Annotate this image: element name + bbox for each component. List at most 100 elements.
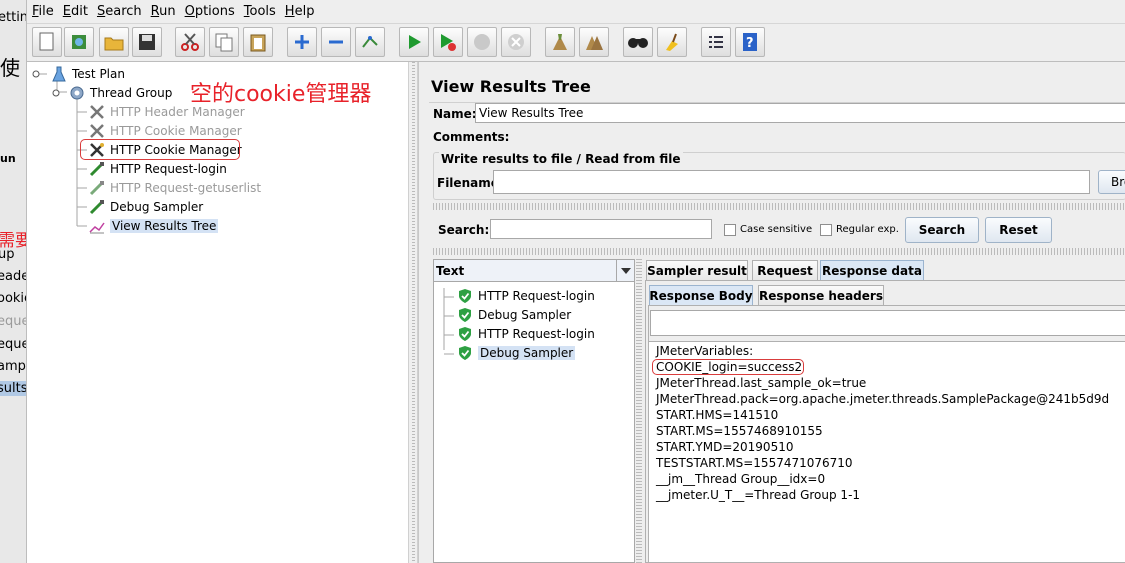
menu-edit[interactable]: Edit <box>63 4 88 19</box>
result-item[interactable]: HTTP Request-login <box>456 287 595 305</box>
tab-response-body[interactable]: Response Body <box>649 285 753 305</box>
help-icon[interactable]: ? <box>735 27 765 57</box>
search-button[interactable]: Search <box>905 217 979 243</box>
start-icon[interactable] <box>399 27 429 57</box>
result-item[interactable]: Debug Sampler <box>456 344 576 362</box>
menu-tools[interactable]: Tools <box>244 4 276 19</box>
menu-options[interactable]: Options <box>185 4 235 19</box>
tree-node-request-getuserlist[interactable]: HTTP Request-getuserlist <box>88 179 261 197</box>
collapse-icon[interactable] <box>321 27 351 57</box>
save-icon[interactable] <box>132 27 162 57</box>
wrench-icon <box>88 123 106 139</box>
result-item[interactable]: HTTP Request-login <box>456 325 595 343</box>
tree-node-label: HTTP Cookie Manager <box>110 124 242 138</box>
response-line: __jm__Thread Group__idx=0 <box>656 472 826 486</box>
search-input[interactable] <box>490 219 712 239</box>
search-icon[interactable] <box>623 27 653 57</box>
tab-response-data[interactable]: Response data <box>820 260 924 280</box>
gear-icon <box>68 85 86 101</box>
tree-node-label: HTTP Request-login <box>110 162 227 176</box>
tab-response-headers[interactable]: Response headers <box>758 285 884 305</box>
result-item-label: HTTP Request-login <box>478 327 595 341</box>
reset-button[interactable]: Reset <box>985 217 1052 243</box>
cut-icon[interactable] <box>175 27 205 57</box>
result-item[interactable]: Debug Sampler <box>456 306 571 324</box>
success-shield-icon <box>456 345 474 361</box>
comments-label: Comments: <box>433 130 510 144</box>
tree-node-request-login[interactable]: HTTP Request-login <box>88 160 227 178</box>
divider[interactable] <box>433 248 1125 255</box>
start-no-pause-icon[interactable] <box>433 27 463 57</box>
svg-text:?: ? <box>746 36 754 51</box>
name-label: Name: <box>433 107 477 121</box>
chevron-down-icon[interactable] <box>616 260 634 281</box>
search-label: Search: <box>438 223 490 237</box>
expand-icon[interactable] <box>287 27 317 57</box>
success-shield-icon <box>456 307 474 323</box>
tree-node-debug-sampler[interactable]: Debug Sampler <box>88 198 203 216</box>
result-item-label: Debug Sampler <box>478 346 576 360</box>
paste-icon[interactable] <box>243 27 273 57</box>
tree-node-test-plan[interactable]: Test Plan <box>50 65 125 83</box>
templates-icon[interactable] <box>64 27 94 57</box>
tree-node-view-results-tree[interactable]: View Results Tree <box>88 217 219 235</box>
annotation-text: 空的cookie管理器 <box>190 82 372 107</box>
response-line: JMeterThread.last_sample_ok=true <box>656 376 867 390</box>
open-icon[interactable] <box>99 27 129 57</box>
regular-exp-checkbox[interactable] <box>820 224 832 236</box>
menu-file[interactable]: File <box>32 4 54 19</box>
strip-text: amp <box>0 359 26 374</box>
stop-icon[interactable] <box>467 27 497 57</box>
reset-search-icon[interactable] <box>657 27 687 57</box>
clear-all-icon[interactable] <box>579 27 609 57</box>
highlight-box <box>80 139 240 160</box>
case-sensitive-checkbox[interactable] <box>724 224 736 236</box>
flask-icon <box>50 66 68 82</box>
tree-node-label: Thread Group <box>90 86 173 100</box>
strip-text: un <box>0 152 16 165</box>
browse-button[interactable]: Bro <box>1098 170 1125 194</box>
tree-node-thread-group[interactable]: Thread Group <box>68 84 172 102</box>
menu-help[interactable]: Help <box>285 4 315 19</box>
tab-request[interactable]: Request <box>752 260 818 280</box>
response-text-area[interactable]: JMeterVariables: COOKIE_login=success2 J… <box>648 341 1125 563</box>
tree-node-label: HTTP Request-getuserlist <box>110 181 262 195</box>
strip-text: sults <box>0 381 26 396</box>
function-helper-icon[interactable] <box>701 27 731 57</box>
results-list: Text HTTP Request-login Debug Sampler HT… <box>433 259 635 563</box>
pipette-icon <box>88 161 106 177</box>
filename-input[interactable] <box>493 170 1090 194</box>
panel-title: View Results Tree <box>431 77 591 96</box>
renderer-select[interactable]: Text <box>434 260 634 282</box>
tree-node-label: Test Plan <box>72 67 125 81</box>
renderer-value: Text <box>436 264 465 278</box>
menu-bar: File Edit Search Run Options Tools Help <box>27 0 1125 24</box>
response-line: __jmeter.U_T__=Thread Group 1-1 <box>656 488 861 502</box>
pipette-icon <box>88 180 106 196</box>
strip-text: ookie <box>0 291 26 306</box>
test-plan-tree: Test Plan Thread Group HTTP Header Manag… <box>28 62 408 563</box>
response-line: START.MS=1557468910155 <box>656 424 823 438</box>
tree-node-cookie-manager-disabled[interactable]: HTTP Cookie Manager <box>88 122 242 140</box>
shutdown-icon[interactable] <box>501 27 531 57</box>
background-window-strip: etting 使 un 需要 up eade ookie eque eque a… <box>0 0 27 563</box>
highlight-box <box>652 359 804 375</box>
results-splitter[interactable] <box>636 259 642 563</box>
result-item-label: HTTP Request-login <box>478 289 595 303</box>
success-shield-icon <box>456 326 474 342</box>
response-search-field[interactable] <box>650 310 1125 336</box>
toggle-icon[interactable] <box>355 27 385 57</box>
pane-splitter[interactable] <box>408 62 418 563</box>
name-field[interactable]: View Results Tree <box>475 103 1125 123</box>
new-icon[interactable] <box>32 27 62 57</box>
strip-text: up <box>0 247 15 262</box>
divider[interactable] <box>433 203 1125 210</box>
tab-sampler-result[interactable]: Sampler result <box>646 260 748 280</box>
menu-search[interactable]: Search <box>97 4 142 19</box>
clear-icon[interactable] <box>545 27 575 57</box>
filename-label: Filename <box>437 176 499 190</box>
menu-run[interactable]: Run <box>151 4 176 19</box>
copy-icon[interactable] <box>209 27 239 57</box>
write-results-label: Write results to file / Read from file <box>439 152 683 166</box>
response-line: JMeterThread.pack=org.apache.jmeter.thre… <box>656 392 1110 406</box>
